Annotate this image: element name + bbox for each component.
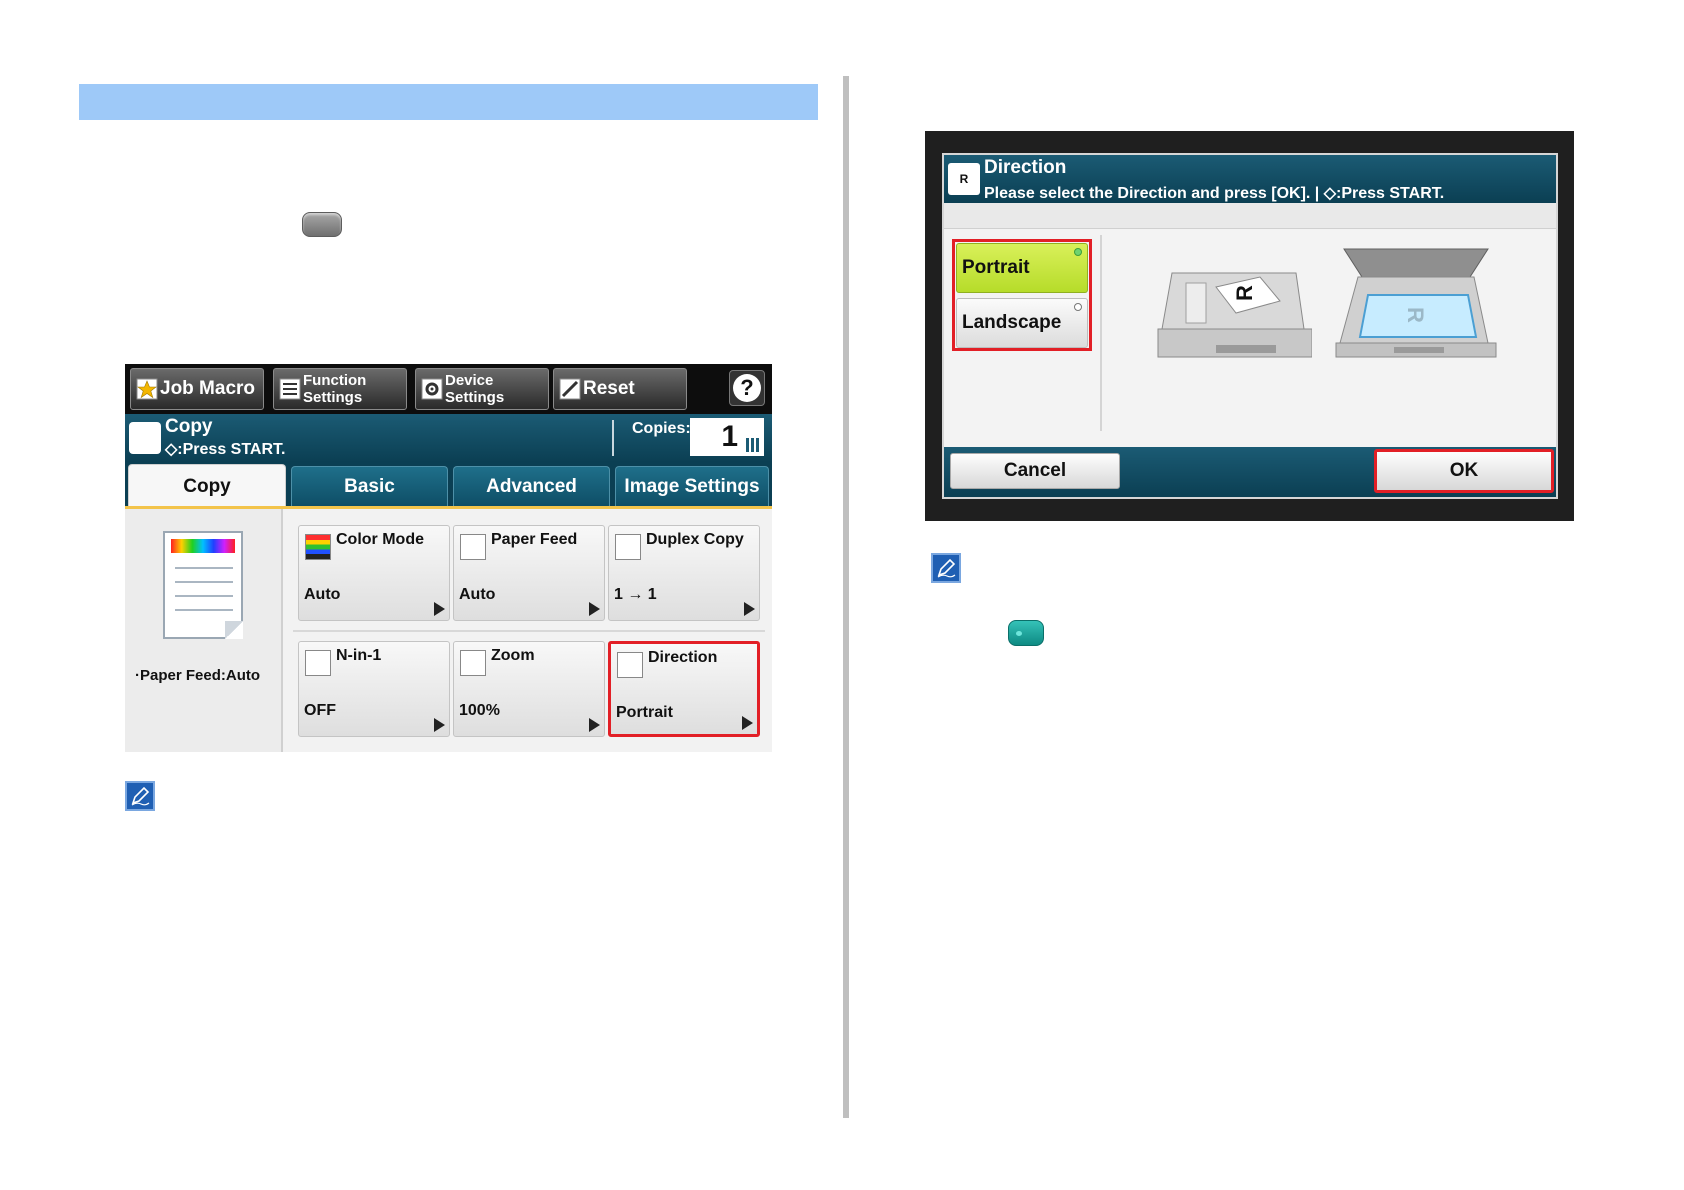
direction-button[interactable]: Direction Portrait: [608, 641, 760, 737]
copy-document-icon: [129, 422, 161, 454]
gear-icon: [421, 378, 443, 400]
ok-button[interactable]: OK: [1374, 449, 1554, 493]
arrow-right-icon: [434, 718, 445, 732]
status-separator: [612, 420, 614, 456]
selected-indicator-icon: [1074, 248, 1082, 256]
color-mode-label: Color Mode: [336, 531, 424, 548]
document-preview-icon: [163, 531, 243, 639]
arrow-right-icon: [589, 718, 600, 732]
reset-label: Reset: [583, 378, 635, 399]
arrow-right-icon: [434, 602, 445, 616]
cancel-button[interactable]: Cancel: [950, 453, 1120, 489]
option-divider: [1100, 235, 1102, 431]
reset-button[interactable]: Reset: [553, 368, 687, 410]
duplex-copy-label: Duplex Copy: [646, 531, 744, 548]
zoom-label: Zoom: [491, 647, 535, 664]
paper-feed-button[interactable]: Paper Feed Auto: [453, 525, 605, 621]
help-icon: ?: [733, 374, 761, 402]
direction-icon: R: [948, 163, 980, 195]
flatbed-scanner-illustration-icon: R: [1335, 248, 1497, 358]
section-header-bar: [79, 84, 818, 120]
arrow-right-icon: [589, 602, 600, 616]
copy-screen: Job Macro Function Settings Device Setti…: [125, 364, 772, 752]
zoom-button[interactable]: Zoom 100%: [453, 641, 605, 737]
paper-feed-summary: ·Paper Feed:Auto: [135, 667, 261, 684]
direction-icon: [617, 652, 643, 678]
zoom-value: 100%: [459, 702, 500, 719]
copies-value: 1: [721, 420, 738, 453]
help-button[interactable]: ?: [729, 370, 765, 406]
home-key-icon: [302, 212, 342, 237]
mode-subtitle: ◇:Press START.: [165, 441, 286, 458]
duplex-copy-icon: [615, 534, 641, 560]
preview-panel: ·Paper Feed:Auto: [125, 509, 283, 752]
eraser-icon: [559, 378, 581, 400]
job-macro-label: Job Macro: [160, 378, 256, 399]
paper-feed-value: Auto: [459, 586, 496, 603]
arrow-right-icon: [742, 716, 753, 730]
device-settings-label: Device Settings: [445, 372, 505, 406]
n-in-1-value: OFF: [304, 702, 336, 719]
tab-basic[interactable]: Basic: [291, 466, 448, 506]
dialog-title: Direction: [984, 157, 1067, 178]
copies-input[interactable]: 1: [690, 418, 764, 456]
svg-text:R: R: [1403, 307, 1428, 323]
paper-feed-label: Paper Feed: [491, 531, 578, 548]
note-pencil-icon: [125, 781, 155, 811]
note-pencil-icon: [931, 553, 961, 583]
dialog-footer: Cancel OK: [944, 447, 1556, 497]
tab-image-settings[interactable]: Image Settings: [615, 466, 769, 506]
n-in-1-label: N-in-1: [336, 647, 382, 664]
column-divider: [843, 76, 849, 1118]
tab-row: Copy Basic Advanced Image Settings: [125, 462, 772, 508]
color-mode-icon: [305, 534, 331, 560]
function-settings-label: Function Settings: [303, 372, 367, 406]
star-icon: [136, 378, 158, 400]
keypad-icon: [746, 438, 760, 452]
grid-separator: [293, 630, 765, 632]
adf-scanner-illustration-icon: R: [1157, 272, 1312, 358]
portrait-label: Portrait: [962, 257, 1030, 278]
direction-options: Portrait Landscape: [952, 239, 1092, 351]
zoom-icon: [460, 650, 486, 676]
status-bar: Copy ◇:Press START. Copies: 1: [125, 414, 772, 462]
dialog-header: R Direction Please select the Direction …: [944, 155, 1556, 203]
job-macro-button[interactable]: Job Macro: [130, 368, 264, 410]
portrait-option[interactable]: Portrait: [956, 243, 1088, 293]
list-icon: [279, 378, 301, 400]
n-in-1-icon: [305, 650, 331, 676]
duplex-copy-value: 1 → 1: [614, 586, 657, 603]
landscape-option[interactable]: Landscape: [956, 298, 1088, 348]
unselected-indicator-icon: [1074, 303, 1082, 311]
n-in-1-button[interactable]: N-in-1 OFF: [298, 641, 450, 737]
header-strip: [944, 203, 1556, 229]
dialog-subtitle: Please select the Direction and press [O…: [984, 185, 1445, 202]
start-key-icon: [1008, 620, 1044, 646]
color-mode-button[interactable]: Color Mode Auto: [298, 525, 450, 621]
device-settings-button[interactable]: Device Settings: [415, 368, 549, 410]
direction-screen: R Direction Please select the Direction …: [925, 131, 1574, 521]
duplex-copy-button[interactable]: Duplex Copy 1 → 1: [608, 525, 760, 621]
direction-label: Direction: [648, 649, 718, 666]
direction-value: Portrait: [616, 704, 673, 721]
arrow-right-icon: [744, 602, 755, 616]
landscape-label: Landscape: [962, 312, 1062, 333]
paper-feed-icon: [460, 534, 486, 560]
mode-title: Copy: [165, 416, 213, 437]
manual-page: Job Macro Function Settings Device Setti…: [0, 0, 1684, 1190]
copies-label: Copies:: [632, 420, 691, 437]
top-bar: Job Macro Function Settings Device Setti…: [125, 364, 772, 414]
tab-copy[interactable]: Copy: [128, 464, 286, 508]
svg-text:R: R: [1232, 285, 1257, 301]
tab-advanced[interactable]: Advanced: [453, 466, 610, 506]
function-settings-button[interactable]: Function Settings: [273, 368, 407, 410]
direction-dialog: R Direction Please select the Direction …: [942, 153, 1558, 499]
color-mode-value: Auto: [304, 586, 341, 603]
